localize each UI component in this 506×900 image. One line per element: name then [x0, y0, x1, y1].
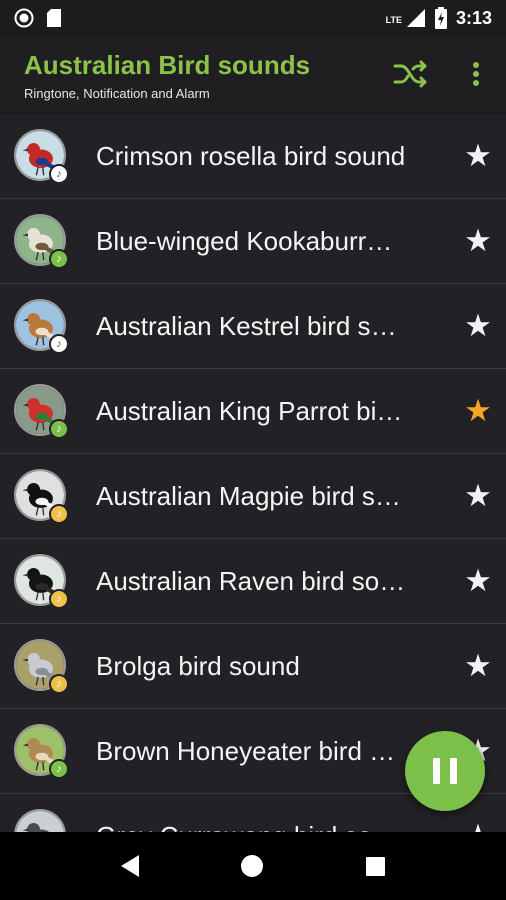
sound-title: Australian Magpie bird sound [96, 481, 406, 511]
recents-icon[interactable] [365, 856, 385, 876]
network-type: LTE [385, 15, 402, 25]
favorite-star-icon[interactable]: ★ [460, 818, 496, 832]
favorite-star-icon[interactable]: ★ [460, 308, 496, 344]
pause-button[interactable] [405, 731, 485, 811]
sound-list-item[interactable]: ♪ Australian Kestrel bird sound ★ [0, 284, 506, 369]
clock: 3:13 [455, 7, 492, 28]
status-bar: LTE 3:13 [0, 0, 506, 36]
ringtone-badge-icon: ♪ [49, 249, 69, 269]
favorite-star-icon[interactable]: ★ [460, 138, 496, 174]
record-icon [14, 8, 34, 28]
navigation-bar [0, 832, 506, 900]
sound-list-item[interactable]: ♪ Australian King Parrot bird sound ★ [0, 369, 506, 454]
app-subtitle: Ringtone, Notification and Alarm [24, 86, 210, 101]
sound-title: Australian King Parrot bird sound [96, 396, 406, 426]
sound-title: Australian Raven bird sound [96, 566, 406, 596]
sound-title: Brown Honeyeater bird sound [96, 736, 406, 766]
sound-title: Crimson rosella bird sound [96, 141, 406, 171]
more-vert-icon [473, 62, 479, 86]
app-title: Australian Bird sounds [24, 50, 311, 80]
ringtone-badge-icon: ♪ [49, 164, 69, 184]
sound-list-item[interactable]: ♪ Brolga bird sound ★ [0, 624, 506, 709]
ringtone-badge-icon: ♪ [49, 674, 69, 694]
sound-list-item[interactable]: ♪ Australian Magpie bird sound ★ [0, 454, 506, 539]
sound-list[interactable]: ♪ Crimson rosella bird sound ★ ♪ Blue-winged… [0, 114, 506, 832]
ringtone-badge-icon: ♪ [49, 759, 69, 779]
back-icon[interactable] [121, 855, 140, 877]
favorite-star-icon[interactable]: ★ [460, 478, 496, 514]
sd-card-icon [47, 9, 61, 27]
sound-list-item[interactable]: ♪ Australian Raven bird sound ★ [0, 539, 506, 624]
bird-avatar [14, 809, 66, 832]
ringtone-badge-icon: ♪ [49, 589, 69, 609]
sound-title: Grey Currawong bird sound [96, 821, 406, 832]
favorite-star-icon[interactable]: ★ [460, 648, 496, 684]
sound-list-item[interactable]: ♪ Crimson rosella bird sound ★ [0, 114, 506, 199]
overflow-menu-button[interactable] [462, 56, 490, 92]
sound-title: Blue-winged Kookaburra bird sound [96, 226, 406, 256]
pause-icon [428, 758, 462, 784]
shuffle-button[interactable] [390, 56, 432, 92]
favorite-star-icon[interactable]: ★ [460, 223, 496, 259]
sound-title: Australian Kestrel bird sound [96, 311, 406, 341]
shuffle-icon [393, 60, 427, 88]
signal-icon [406, 9, 425, 27]
app-bar: Australian Bird sounds Ringtone, Notific… [0, 36, 506, 114]
home-icon[interactable] [241, 855, 264, 877]
ringtone-badge-icon: ♪ [49, 334, 69, 354]
ringtone-badge-icon: ♪ [49, 419, 69, 439]
battery-charging-icon [434, 7, 447, 29]
sound-list-item[interactable]: ♪ Blue-winged Kookaburra bird sound ★ [0, 199, 506, 284]
ringtone-badge-icon: ♪ [49, 504, 69, 524]
sound-title: Brolga bird sound [96, 651, 300, 681]
favorite-star-icon[interactable]: ★ [460, 563, 496, 599]
favorite-star-icon[interactable]: ★ [460, 393, 496, 429]
